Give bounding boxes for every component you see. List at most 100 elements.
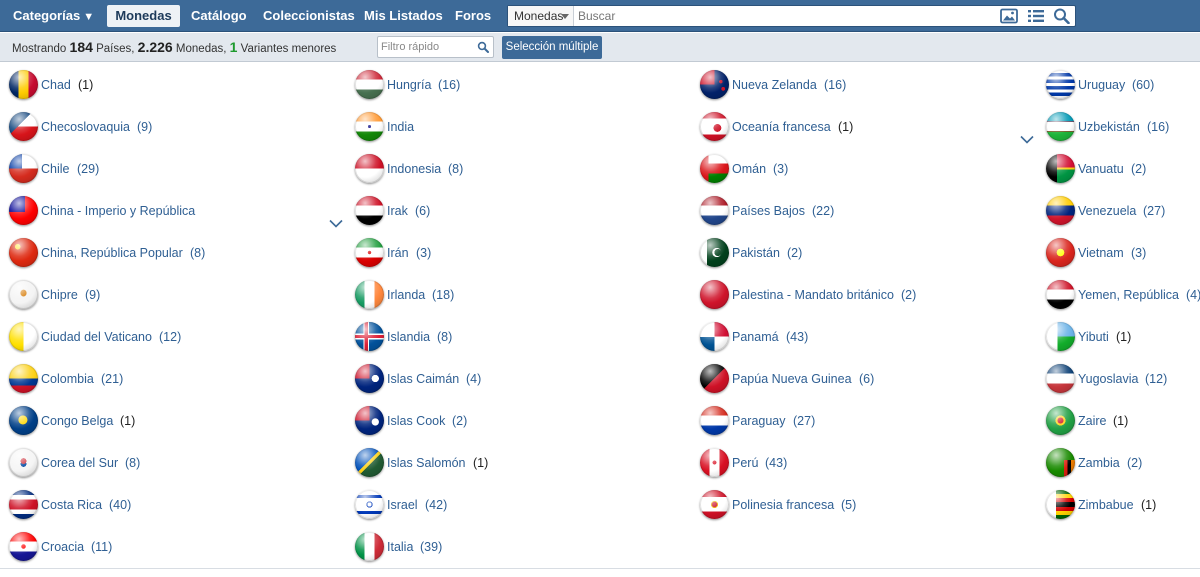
tab-monedas[interactable]: Monedas (107, 5, 180, 27)
country-name[interactable]: Países Bajos (732, 195, 805, 227)
country-name[interactable]: Omán (732, 153, 766, 185)
flag-cayman-icon (355, 364, 384, 393)
search-input[interactable] (576, 7, 996, 25)
tab-mis-listados[interactable]: Mis Listados (364, 0, 443, 32)
expand-chevron-icon[interactable] (329, 219, 343, 228)
search-category-value: Monedas (514, 9, 564, 23)
country-name[interactable]: Islas Salomón (387, 447, 466, 479)
flag-paraguay-icon (700, 406, 729, 435)
country-coin-count: (21) (101, 372, 124, 386)
country-name[interactable]: Paraguay (732, 405, 786, 437)
search-category-select[interactable]: Monedas (508, 6, 574, 26)
country-name[interactable]: Yugoslavia (1078, 363, 1138, 395)
results-summary: Mostrando 184 Países, 2.226 Monedas, 1 V… (12, 33, 336, 62)
expand-chevron-icon[interactable] (1020, 135, 1034, 144)
country-name[interactable]: Chipre (41, 279, 78, 311)
image-icon[interactable] (1000, 8, 1018, 24)
flag-iceland-icon (355, 322, 384, 351)
tab-catalogo[interactable]: Catálogo (191, 0, 247, 32)
country-name[interactable]: Zambia (1078, 447, 1120, 479)
country-name[interactable]: Yibuti (1078, 321, 1109, 353)
country-name[interactable]: Nueva Zelanda (732, 69, 817, 101)
country-name[interactable]: Pakistán (732, 237, 780, 269)
country-coin-count: (2) (787, 246, 803, 260)
quick-filter-input[interactable] (381, 39, 473, 55)
multi-select-button[interactable]: Selección múltiple (502, 36, 602, 59)
country-name[interactable]: Papúa Nueva Guinea (732, 363, 852, 395)
search-icon[interactable] (1053, 8, 1071, 24)
country-name[interactable]: Croacia (41, 531, 84, 563)
country-name[interactable]: Irlanda (387, 279, 425, 311)
flag-yugoslavia-icon (1046, 364, 1075, 393)
country-name[interactable]: China - Imperio y República (41, 195, 195, 227)
country-name[interactable]: Perú (732, 447, 758, 479)
search-icon[interactable] (477, 41, 489, 53)
country-name[interactable]: Israel (387, 489, 418, 521)
tab-coleccionistas[interactable]: Coleccionistas (263, 0, 355, 32)
flag-peru-icon (700, 448, 729, 477)
country-coin-count: (39) (420, 540, 443, 554)
country-name[interactable]: Vanuatu (1078, 153, 1124, 185)
flag-uzbekistan-icon (1046, 112, 1075, 141)
flag-croatia-icon (9, 532, 38, 561)
country-coin-count: (42) (425, 498, 448, 512)
flag-venezuela-icon (1046, 196, 1075, 225)
country-name[interactable]: Chile (41, 153, 70, 185)
flag-colombia-icon (9, 364, 38, 393)
country-name[interactable]: Irak (387, 195, 408, 227)
flag-iraq-icon (355, 196, 384, 225)
flag-israel-icon (355, 490, 384, 519)
country-name[interactable]: Corea del Sur (41, 447, 118, 479)
country-name[interactable]: Irán (387, 237, 409, 269)
country-coin-count: (22) (812, 204, 835, 218)
countries-label: Países, (96, 43, 135, 55)
country-name[interactable]: Yemen, República (1078, 279, 1179, 311)
country-coin-count: (9) (85, 288, 101, 302)
country-name[interactable]: Italia (387, 531, 413, 563)
tab-foros[interactable]: Foros (455, 0, 491, 32)
categories-label: Categorías (13, 8, 81, 23)
country-coin-count: (6) (859, 372, 875, 386)
country-name[interactable]: China, República Popular (41, 237, 183, 269)
country-coin-count: (1) (473, 456, 489, 470)
country-name[interactable]: Islas Caimán (387, 363, 459, 395)
country-name[interactable]: Zimbabue (1078, 489, 1134, 521)
list-icon[interactable] (1027, 8, 1045, 24)
country-name[interactable]: Chad (41, 69, 71, 101)
country-name[interactable]: Colombia (41, 363, 94, 395)
flag-solomon-icon (355, 448, 384, 477)
country-name[interactable]: Venezuela (1078, 195, 1136, 227)
country-name[interactable]: Zaire (1078, 405, 1106, 437)
country-name[interactable]: Uruguay (1078, 69, 1125, 101)
country-name[interactable]: Hungría (387, 69, 431, 101)
country-name[interactable]: Islas Cook (387, 405, 445, 437)
caret-down-icon: ▼ (83, 11, 95, 23)
country-name[interactable]: Polinesia francesa (732, 489, 834, 521)
country-name[interactable]: India (387, 111, 414, 143)
country-name[interactable]: Indonesia (387, 153, 441, 185)
country-name[interactable]: Islandia (387, 321, 430, 353)
country-name[interactable]: Vietnam (1078, 237, 1124, 269)
categories-menu-button[interactable]: Categorías ▼ (13, 0, 94, 32)
country-coin-count: (60) (1132, 78, 1155, 92)
country-name[interactable]: Checoslovaquia (41, 111, 130, 143)
country-name[interactable]: Uzbekistán (1078, 111, 1140, 143)
flag-pakistan-icon (700, 238, 729, 267)
country-coin-count: (1) (1116, 330, 1132, 344)
country-name[interactable]: Costa Rica (41, 489, 102, 521)
flag-czech-icon (9, 112, 38, 141)
country-coin-count: (16) (824, 78, 847, 92)
flag-oceania-icon (700, 112, 729, 141)
flag-india-icon (355, 112, 384, 141)
country-name[interactable]: Panamá (732, 321, 779, 353)
country-name[interactable]: Oceanía francesa (732, 111, 831, 143)
country-coin-count: (43) (765, 456, 788, 470)
country-coin-count: (3) (773, 162, 789, 176)
country-name[interactable]: Congo Belga (41, 405, 113, 437)
flag-chile-icon (9, 154, 38, 183)
country-name[interactable]: Ciudad del Vaticano (41, 321, 152, 353)
country-name[interactable]: Palestina - Mandato británico (732, 279, 894, 311)
flag-indonesia-icon (355, 154, 384, 183)
flag-nz-icon (700, 70, 729, 99)
flag-cyprus-icon (9, 280, 38, 309)
